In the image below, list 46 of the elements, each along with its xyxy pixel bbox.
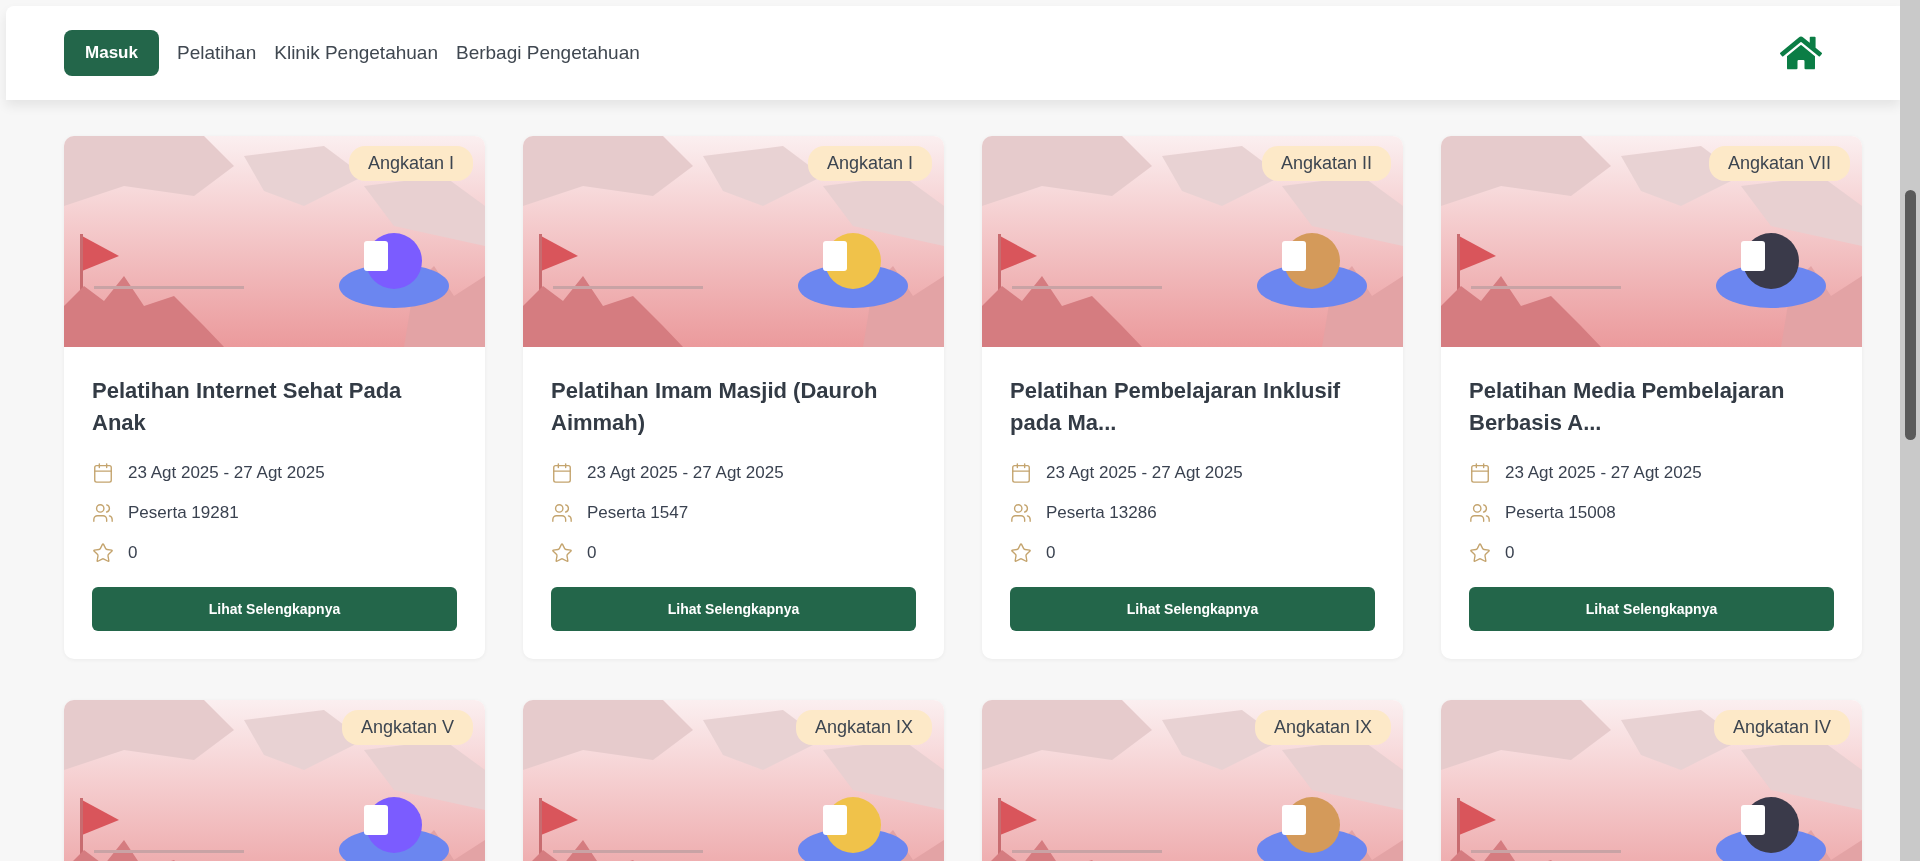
course-title: Pelatihan Media Pembelajaran Berbasis A... <box>1469 377 1786 437</box>
star-icon <box>1469 542 1491 564</box>
details-button[interactable]: Lihat Selengkapnya <box>1469 587 1834 631</box>
rating-value: 0 <box>587 543 597 563</box>
calendar-icon <box>551 462 573 484</box>
participant-count: Peserta 1547 <box>587 503 689 523</box>
nav-link[interactable]: Berbagi Pengetahuan <box>456 42 640 64</box>
scrollbar-thumb[interactable] <box>1905 190 1916 440</box>
batch-badge: Angkatan IV <box>1713 710 1850 745</box>
course-date: 23 Agt 2025 - 27 Agt 2025 <box>587 463 784 483</box>
people-icon <box>1010 502 1032 524</box>
nav-link[interactable]: Pelatihan <box>177 42 257 64</box>
nav-link[interactable]: Klinik Pengetahuan <box>274 42 438 64</box>
calendar-icon <box>1010 462 1032 484</box>
participant-count: Peserta 19281 <box>128 503 239 523</box>
star-icon <box>92 542 114 564</box>
course-date: 23 Agt 2025 - 27 Agt 2025 <box>1046 463 1243 483</box>
rating-value: 0 <box>128 543 138 563</box>
batch-badge: Angkatan I <box>348 146 473 181</box>
course-title: Pelatihan Pembelajaran Inklusif pada Ma... <box>1010 377 1342 437</box>
people-icon <box>551 502 573 524</box>
people-icon <box>1469 502 1491 524</box>
batch-badge: Angkatan I <box>807 146 932 181</box>
course-title: Pelatihan Internet Sehat Pada Anak <box>92 377 403 437</box>
calendar-icon <box>1469 462 1491 484</box>
rating-value: 0 <box>1046 543 1056 563</box>
people-icon <box>92 502 114 524</box>
login-button[interactable]: Masuk <box>64 30 159 76</box>
details-button[interactable]: Lihat Selengkapnya <box>551 587 916 631</box>
scrollbar[interactable] <box>1900 0 1920 861</box>
participant-count: Peserta 13286 <box>1046 503 1157 523</box>
details-button[interactable]: Lihat Selengkapnya <box>1010 587 1375 631</box>
star-icon <box>1010 542 1032 564</box>
calendar-icon <box>92 462 114 484</box>
details-button[interactable]: Lihat Selengkapnya <box>92 587 457 631</box>
batch-badge: Angkatan II <box>1261 146 1391 181</box>
rating-value: 0 <box>1505 543 1515 563</box>
participant-count: Peserta 15008 <box>1505 503 1616 523</box>
star-icon <box>551 542 573 564</box>
batch-badge: Angkatan IX <box>795 710 932 745</box>
batch-badge: Angkatan V <box>341 710 473 745</box>
course-date: 23 Agt 2025 - 27 Agt 2025 <box>1505 463 1702 483</box>
course-date: 23 Agt 2025 - 27 Agt 2025 <box>128 463 325 483</box>
batch-badge: Angkatan IX <box>1254 710 1391 745</box>
course-title: Pelatihan Imam Masjid (Dauroh Aimmah) <box>551 377 879 437</box>
batch-badge: Angkatan VII <box>1708 146 1850 181</box>
